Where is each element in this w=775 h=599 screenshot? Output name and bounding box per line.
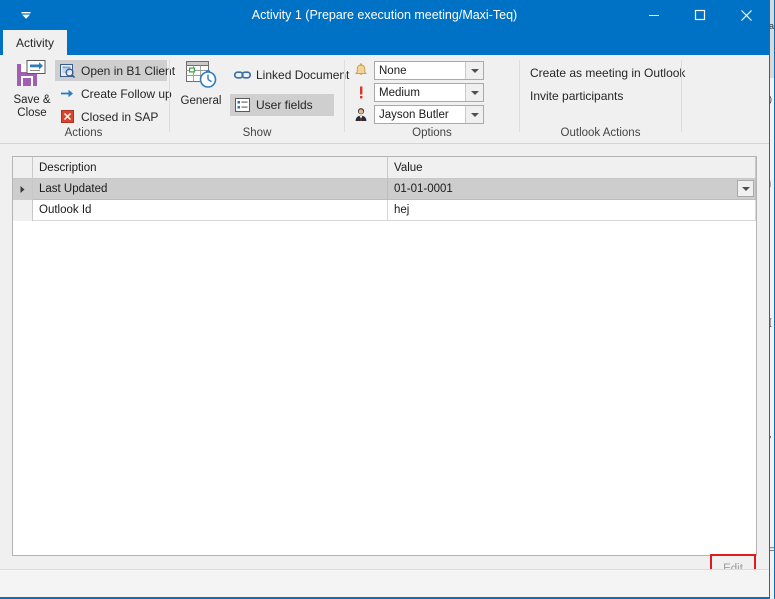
create-follow-up-button[interactable]: Create Follow up	[55, 83, 172, 104]
closed-in-sap-button[interactable]: Closed in SAP	[55, 106, 167, 127]
open-in-b1-client-icon	[58, 62, 76, 80]
invite-participants-label: Invite participants	[530, 88, 624, 103]
background-window-titlebar	[770, 0, 774, 78]
ribbon-group-outlook-actions-label: Outlook Actions	[560, 127, 641, 139]
arrow-right-icon	[58, 85, 76, 103]
invite-participants-button[interactable]: Invite participants	[526, 86, 627, 105]
calendar-clock-icon	[185, 59, 218, 93]
cell-value-text: 01-01-0001	[394, 183, 453, 195]
background-window-sliver[interactable]: a ) i [ , =	[769, 0, 775, 599]
ribbon-separator-4	[681, 60, 682, 132]
window-controls	[631, 0, 769, 30]
priority-row: Medium	[352, 83, 484, 102]
ribbon-separator-3	[519, 60, 520, 132]
open-in-b1-client-button[interactable]: Open in B1 Client	[55, 60, 175, 81]
linked-document-button[interactable]: Linked Document	[230, 64, 349, 85]
assignee-row: Jayson Butler	[352, 105, 484, 124]
priority-combo[interactable]: Medium	[374, 83, 484, 102]
activity-window: Activity 1 (Prepare execution meeting/Ma…	[0, 0, 769, 599]
background-glyph-a: a	[769, 21, 775, 31]
link-icon	[233, 66, 251, 84]
cell-value-dropdown-icon[interactable]	[737, 180, 754, 197]
open-in-b1-client-label: Open in B1 Client	[81, 63, 176, 78]
cell-description[interactable]: Last Updated	[33, 179, 388, 200]
ribbon: Save & Close Open in B1 Client Create Fo…	[0, 55, 769, 144]
assignee-combo[interactable]: Jayson Butler	[374, 105, 484, 124]
user-fields-grid[interactable]: Description Value Last Updated 01-01-000…	[12, 156, 757, 556]
grid-header-row: Description Value	[13, 157, 756, 179]
assignee-value: Jayson Butler	[379, 108, 449, 121]
ribbon-group-actions: Save & Close Open in B1 Client Create Fo…	[0, 55, 175, 143]
user-fields-label: User fields	[256, 98, 313, 112]
row-indicator	[13, 200, 33, 221]
linked-document-label: Linked Document	[256, 67, 350, 82]
ribbon-group-show-label: Show	[242, 127, 272, 139]
column-header-value[interactable]: Value	[388, 157, 756, 178]
cell-value[interactable]: 01-01-0001	[388, 179, 756, 200]
cell-description[interactable]: Outlook Id	[33, 200, 388, 221]
tab-activity[interactable]: Activity	[3, 30, 68, 55]
cell-value[interactable]: hej	[388, 200, 756, 221]
bell-icon	[352, 62, 370, 80]
content-area: Description Value Last Updated 01-01-000…	[0, 144, 769, 581]
reminder-value: None	[379, 64, 407, 77]
title-bar: Activity 1 (Prepare execution meeting/Ma…	[0, 0, 769, 30]
minimize-button[interactable]	[631, 0, 677, 30]
background-glyph-c: i	[769, 179, 771, 189]
create-as-meeting-button[interactable]: Create as meeting in Outlook	[526, 63, 689, 82]
ribbon-tab-strip: Activity	[0, 30, 769, 55]
maximize-button[interactable]	[677, 0, 723, 30]
save-and-close-label: Save & Close	[13, 94, 50, 120]
row-indicator-current	[13, 179, 33, 200]
create-as-meeting-label: Create as meeting in Outlook	[530, 65, 686, 80]
background-glyph-b: )	[769, 94, 772, 104]
background-glyph-f: =	[769, 544, 775, 554]
assignee-dropdown-icon[interactable]	[465, 106, 483, 123]
reminder-dropdown-icon[interactable]	[465, 62, 483, 79]
tab-activity-label: Activity	[16, 35, 55, 50]
column-header-description[interactable]: Description	[33, 157, 388, 178]
ribbon-separator-1	[169, 60, 170, 132]
ribbon-group-actions-label: Actions	[64, 127, 103, 139]
background-glyph-e: ,	[769, 429, 772, 439]
general-label: General	[180, 95, 222, 107]
person-icon	[352, 106, 370, 124]
save-and-close-label-line1: Save &	[13, 94, 51, 106]
general-button[interactable]: General	[174, 59, 228, 127]
reminder-row: None	[352, 61, 484, 80]
create-follow-up-label: Create Follow up	[81, 86, 172, 101]
table-row[interactable]: Outlook Id hej	[13, 200, 756, 221]
user-fields-icon	[233, 96, 251, 114]
close-red-icon	[58, 108, 76, 126]
reminder-combo[interactable]: None	[374, 61, 484, 80]
ribbon-separator-2	[344, 60, 345, 132]
ribbon-group-show: General Linked Document User fields Show	[172, 55, 349, 143]
user-fields-button[interactable]: User fields	[230, 94, 334, 116]
ribbon-group-options: None Medium Jayson Butler Options	[347, 55, 517, 143]
save-and-close-icon	[16, 59, 48, 92]
close-button[interactable]	[723, 0, 769, 30]
priority-dropdown-icon[interactable]	[465, 84, 483, 101]
save-and-close-button[interactable]: Save & Close	[5, 59, 59, 127]
application-window: a ) i [ , = Activity 1 (Prepare executio…	[0, 0, 775, 599]
closed-in-sap-label: Closed in SAP	[81, 109, 159, 124]
save-and-close-label-line2: Close	[17, 107, 47, 119]
table-row[interactable]: Last Updated 01-01-0001	[13, 179, 756, 200]
grid-header-indicator	[13, 157, 33, 178]
status-bar	[0, 569, 769, 599]
grid-empty-area	[13, 221, 756, 555]
priority-value: Medium	[379, 86, 420, 99]
ribbon-group-outlook-actions: Create as meeting in Outlook Invite part…	[522, 55, 685, 143]
customize-quick-access-icon[interactable]	[18, 7, 34, 23]
background-glyph-d: [	[769, 317, 772, 327]
ribbon-group-options-label: Options	[412, 127, 452, 139]
priority-icon	[352, 84, 370, 102]
